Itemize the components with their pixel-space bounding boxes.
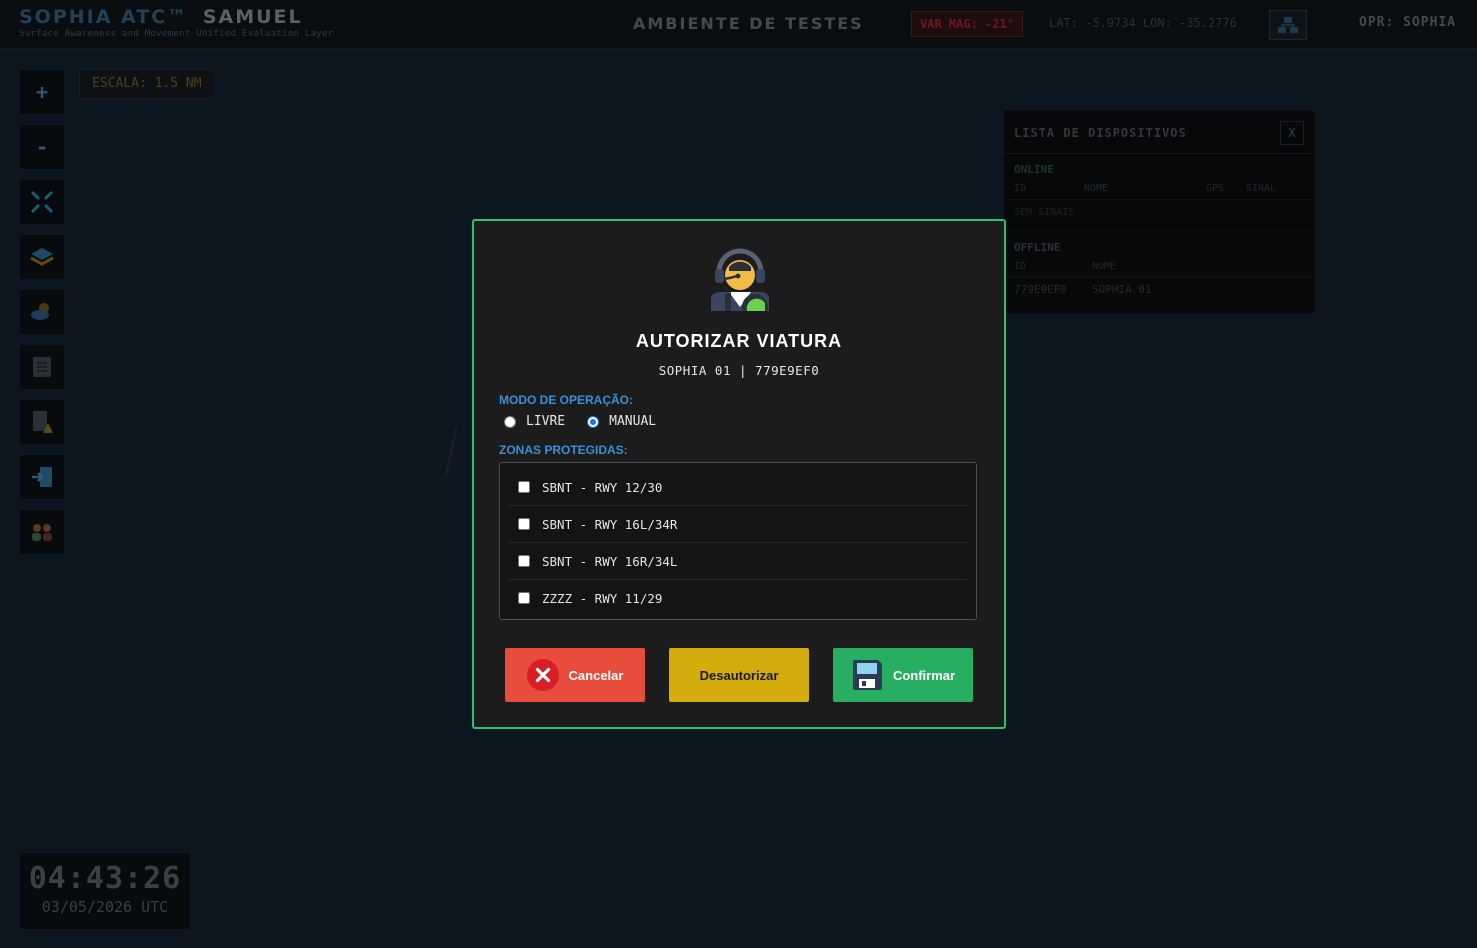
device-list-panel: LISTA DE DISPOSITIVOS X ONLINE ID NOME G… — [1003, 110, 1315, 314]
layers-button[interactable] — [19, 234, 65, 280]
operation-mode-group: LIVRE MANUAL — [504, 414, 656, 429]
device-list-close-button[interactable]: X — [1280, 121, 1304, 145]
online-col-id: ID — [1014, 183, 1027, 194]
users-icon — [32, 524, 52, 541]
device-list-header: LISTA DE DISPOSITIVOS X — [1004, 111, 1314, 154]
utc-clock: 04:43:26 03/05/2026 UTC — [19, 852, 191, 930]
zoom-out-label: - — [35, 135, 49, 159]
protected-zones-label: ZONAS PROTEGIDAS: — [499, 443, 628, 457]
map-scale: ESCALA: 1.5 NM — [79, 69, 215, 99]
zone-checkbox[interactable] — [518, 481, 530, 493]
operator-headset-icon — [711, 248, 769, 311]
top-bar: SOPHIA ATC™ SAMUEL Surface Awareness and… — [0, 0, 1477, 49]
operator-label: OPR: SOPHIA — [1359, 15, 1457, 30]
mode-livre-radio[interactable] — [504, 415, 516, 428]
logout-button[interactable] — [19, 454, 65, 500]
app-name: SOPHIA ATC™ — [19, 6, 189, 28]
unauthorize-button[interactable]: Desautorizar — [669, 648, 809, 702]
zone-checkbox[interactable] — [518, 518, 530, 530]
var-mag-badge: VAR MAG: -21° — [911, 11, 1023, 37]
offline-label: OFFLINE — [1014, 241, 1061, 254]
protected-zones-list: SBNT - RWY 12/30 SBNT - RWY 16L/34R SBNT… — [499, 462, 977, 620]
modal-title: AUTORIZAR VIATURA — [635, 331, 843, 351]
weather-icon — [31, 303, 49, 320]
zone-label: SBNT - RWY 16L/34R — [542, 516, 678, 532]
list-icon — [33, 357, 51, 377]
mode-livre-label: LIVRE — [526, 414, 566, 429]
collapse-arrows-icon — [30, 190, 54, 214]
network-icon — [1278, 17, 1298, 33]
operation-mode-label: MODO DE OPERAÇÃO: — [499, 393, 634, 407]
online-col-signal: SINAL — [1246, 183, 1277, 194]
online-label: ONLINE — [1014, 163, 1054, 176]
online-col-gps: GPS — [1206, 183, 1225, 194]
vehicle-identifier: SOPHIA 01 | 779E9EF0 — [658, 363, 820, 378]
close-circle-icon — [526, 659, 559, 691]
zone-row[interactable]: SBNT - RWY 16R/34L — [509, 543, 967, 580]
environment-title: AMBIENTE DE TESTES — [633, 14, 864, 33]
offline-device-id: 779E9EF0 — [1014, 283, 1067, 296]
network-button[interactable] — [1269, 10, 1307, 40]
confirm-button[interactable]: Confirmar — [833, 648, 973, 702]
report-button[interactable] — [19, 399, 65, 445]
zone-checkbox[interactable] — [518, 555, 530, 567]
weather-button[interactable] — [19, 289, 65, 335]
authorize-vehicle-modal: AUTORIZAR VIATURA SOPHIA 01 | 779E9EF0 M… — [472, 219, 1006, 729]
mode-manual-radio[interactable] — [587, 415, 600, 428]
offline-col-id: ID — [1014, 261, 1027, 272]
zoom-in-button[interactable]: + — [19, 69, 65, 115]
zone-label: SBNT - RWY 16R/34L — [542, 553, 678, 569]
offline-col-name: NOME — [1092, 261, 1117, 272]
zone-row[interactable]: SBNT - RWY 16L/34R — [509, 506, 967, 543]
list-button[interactable] — [19, 344, 65, 390]
clock-time: 04:43:26 — [28, 861, 182, 896]
zone-checkbox[interactable] — [518, 592, 530, 604]
online-empty-text: SEM SINAIS — [1014, 207, 1075, 218]
floppy-disk-icon — [852, 660, 882, 690]
mode-manual-label: MANUAL — [609, 414, 657, 429]
layers-icon — [30, 248, 54, 266]
zoom-out-button[interactable]: - — [19, 124, 65, 170]
user-name: SAMUEL — [202, 6, 303, 28]
brand: SOPHIA ATC™ SAMUEL Surface Awareness and… — [19, 6, 334, 39]
app-subtitle: Surface Awareness and Movement Unified E… — [19, 29, 334, 39]
device-list-title: LISTA DE DISPOSITIVOS — [1014, 126, 1187, 140]
divider — [1004, 276, 1314, 277]
zone-label: SBNT - RWY 12/30 — [542, 479, 663, 495]
offline-device-name: SOPHIA 01 — [1092, 283, 1152, 296]
zoom-in-label: + — [35, 80, 49, 104]
clock-date: 03/05/2026 UTC — [41, 898, 169, 916]
zone-row[interactable]: SBNT - RWY 12/30 — [509, 469, 967, 506]
confirm-label: Confirmar — [892, 667, 956, 683]
unauthorize-label: Desautorizar — [699, 667, 779, 683]
zone-row[interactable]: ZZZZ - RWY 11/29 — [509, 580, 967, 616]
cancel-label: Cancelar — [568, 667, 624, 683]
cancel-button[interactable]: Cancelar — [505, 648, 645, 702]
divider — [1004, 230, 1314, 231]
logout-icon — [32, 467, 52, 487]
divider — [1004, 199, 1314, 200]
app-title: SOPHIA ATC™ SAMUEL — [19, 6, 334, 28]
users-button[interactable] — [19, 509, 65, 555]
zone-label: ZZZZ - RWY 11/29 — [542, 590, 663, 606]
recenter-button[interactable] — [19, 179, 65, 225]
coordinates-readout: LAT: -5.9734 LON: -35.2776 — [1049, 16, 1237, 30]
document-warning-icon — [33, 411, 53, 433]
online-col-name: NOME — [1084, 183, 1109, 194]
